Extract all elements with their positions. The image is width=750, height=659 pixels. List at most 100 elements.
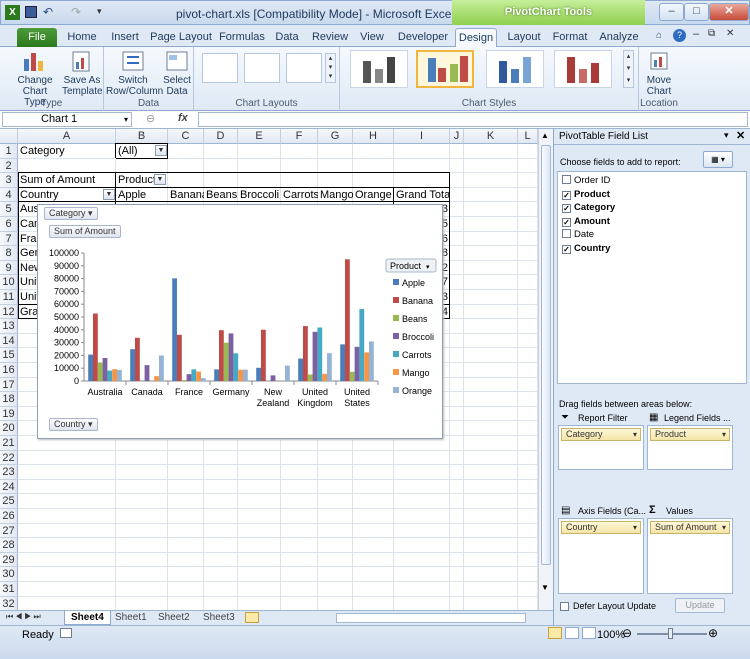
bar-broccoli-4[interactable] bbox=[270, 375, 276, 381]
field-category[interactable]: ✓ Category bbox=[562, 202, 615, 214]
row-header-8[interactable]: 8 bbox=[0, 246, 18, 261]
excel-icon[interactable]: X bbox=[5, 5, 20, 20]
bar-banana-3[interactable] bbox=[219, 330, 224, 381]
switch-row-column-button[interactable]: Switch Row/Column bbox=[106, 49, 163, 97]
bar-orange-3[interactable] bbox=[243, 369, 248, 381]
save-as-template-button[interactable]: Save As Template bbox=[62, 49, 103, 97]
tab-design[interactable]: Design bbox=[455, 28, 497, 47]
row-header-12[interactable]: 12 bbox=[0, 304, 18, 320]
row-header-13[interactable]: 13 bbox=[0, 319, 18, 334]
sheet-tab-sheet1[interactable]: Sheet1 bbox=[109, 611, 153, 625]
row-header-29[interactable]: 29 bbox=[0, 552, 18, 568]
save-icon[interactable] bbox=[25, 6, 37, 18]
formula-cancel-icon[interactable]: ⊖ bbox=[146, 112, 155, 125]
bar-carrots-0[interactable] bbox=[107, 370, 113, 381]
page-break-view-icon[interactable] bbox=[582, 627, 596, 639]
insert-sheet-icon[interactable] bbox=[245, 612, 259, 623]
bar-mango-6[interactable] bbox=[364, 352, 369, 381]
pivot-header-cell[interactable]: Apple bbox=[116, 188, 168, 203]
row-header-19[interactable]: 19 bbox=[0, 406, 18, 422]
column-header-d[interactable]: D bbox=[204, 129, 238, 144]
bar-orange-1[interactable] bbox=[159, 355, 164, 381]
layout-3[interactable] bbox=[286, 53, 322, 83]
close-button[interactable]: ✕ bbox=[709, 3, 749, 21]
row-header-30[interactable]: 30 bbox=[0, 567, 18, 582]
bar-broccoli-2[interactable] bbox=[186, 374, 192, 381]
formula-input[interactable] bbox=[198, 112, 748, 127]
bar-carrots-3[interactable] bbox=[233, 353, 239, 381]
bar-mango-1[interactable] bbox=[154, 376, 159, 381]
tab-page-layout[interactable]: Page Layout bbox=[150, 28, 212, 47]
pivot-chart[interactable]: Category ▾ Sum of Amount Country ▾ 10000… bbox=[37, 204, 443, 439]
zoom-in-icon[interactable]: ⊕ bbox=[708, 626, 718, 640]
axis-fields-area[interactable]: Country ▾ bbox=[558, 518, 644, 594]
row-header-14[interactable]: 14 bbox=[0, 333, 18, 349]
tab-layout[interactable]: Layout bbox=[504, 28, 544, 47]
chart-legend[interactable]: Product ▾Apple Banana Beans Broccoli Carrots M… bbox=[385, 258, 437, 396]
sum-label-cell[interactable]: Sum of Amount bbox=[18, 173, 116, 188]
bar-apple-0[interactable] bbox=[88, 354, 93, 381]
scroll-up-icon[interactable]: ▲ bbox=[541, 131, 549, 140]
row-header-9[interactable]: 9 bbox=[0, 260, 18, 276]
row-header-7[interactable]: 7 bbox=[0, 231, 18, 247]
bar-banana-2[interactable] bbox=[177, 334, 182, 381]
bar-banana-4[interactable] bbox=[261, 329, 266, 381]
bar-beans-3[interactable] bbox=[223, 342, 229, 381]
bar-apple-1[interactable] bbox=[130, 349, 135, 381]
column-header-c[interactable]: C bbox=[168, 129, 204, 144]
bar-mango-3[interactable] bbox=[238, 369, 243, 381]
tab-view[interactable]: View bbox=[357, 28, 387, 47]
redo-icon[interactable]: ↷ bbox=[71, 5, 81, 19]
country-dropdown-icon[interactable]: ▼ bbox=[103, 188, 115, 200]
bar-orange-2[interactable] bbox=[201, 378, 206, 381]
tab-home[interactable]: Home bbox=[63, 28, 101, 47]
column-header-a[interactable]: A bbox=[18, 129, 116, 144]
wb-close-icon[interactable]: ✕ bbox=[726, 28, 734, 39]
row-header-28[interactable]: 28 bbox=[0, 538, 18, 553]
field-order-id[interactable]: Order ID bbox=[562, 175, 610, 187]
tab-format[interactable]: Format bbox=[551, 28, 589, 47]
pivot-header-cell[interactable]: Broccoli bbox=[238, 188, 281, 203]
select-data-button[interactable]: Select Data bbox=[160, 49, 194, 97]
field-checkbox[interactable]: ✓ bbox=[562, 204, 571, 213]
hscroll-track[interactable] bbox=[336, 613, 526, 623]
filter-dropdown-icon[interactable]: ▼ bbox=[155, 145, 167, 156]
sum-of-amount-chip[interactable]: Sum of Amount ▾ bbox=[650, 521, 730, 534]
page-layout-view-icon[interactable] bbox=[565, 627, 579, 639]
field-date[interactable]: Date bbox=[562, 229, 594, 241]
move-chart-button[interactable]: Move Chart bbox=[641, 49, 677, 97]
pivot-header-cell[interactable]: Mango bbox=[318, 188, 353, 203]
column-header-h[interactable]: H bbox=[353, 129, 394, 144]
zoom-thumb[interactable] bbox=[668, 628, 673, 639]
bar-broccoli-1[interactable] bbox=[144, 365, 150, 381]
bar-apple-3[interactable] bbox=[214, 369, 219, 381]
bar-carrots-2[interactable] bbox=[191, 369, 197, 381]
bar-broccoli-6[interactable] bbox=[354, 346, 360, 381]
zoom-level[interactable]: 100% bbox=[597, 629, 625, 641]
tab-data[interactable]: Data bbox=[272, 28, 302, 47]
row-header-11[interactable]: 11 bbox=[0, 290, 18, 305]
layout-2[interactable] bbox=[244, 53, 280, 83]
bar-apple-2[interactable] bbox=[172, 278, 177, 381]
pivot-header-cell[interactable]: Banana bbox=[168, 188, 204, 203]
name-box[interactable]: Chart 1 ▾ bbox=[2, 112, 132, 127]
country-chip[interactable]: Country ▾ bbox=[561, 521, 641, 534]
bar-broccoli-5[interactable] bbox=[312, 331, 318, 381]
column-header-k[interactable]: K bbox=[464, 129, 518, 144]
row-header-26[interactable]: 26 bbox=[0, 509, 18, 524]
name-box-dropdown-icon[interactable]: ▾ bbox=[124, 113, 128, 126]
field-list-close-icon[interactable]: ✕ bbox=[736, 129, 745, 142]
product-chip[interactable]: Product ▾ bbox=[650, 428, 730, 441]
bar-orange-0[interactable] bbox=[117, 369, 122, 381]
row-header-5[interactable]: 5 bbox=[0, 202, 18, 217]
tab-insert[interactable]: Insert bbox=[106, 28, 144, 47]
bar-orange-6[interactable] bbox=[369, 341, 374, 381]
chart-style-3[interactable] bbox=[486, 50, 544, 88]
row-header-10[interactable]: 10 bbox=[0, 275, 18, 290]
column-header-e[interactable]: E bbox=[238, 129, 281, 144]
field-checkbox[interactable]: ✓ bbox=[562, 190, 571, 200]
normal-view-icon[interactable] bbox=[548, 627, 562, 639]
chip-dropdown-icon[interactable]: ▾ bbox=[722, 429, 726, 440]
column-header-l[interactable]: L bbox=[518, 129, 538, 144]
sheet-tab-sheet3[interactable]: Sheet3 bbox=[197, 611, 241, 625]
